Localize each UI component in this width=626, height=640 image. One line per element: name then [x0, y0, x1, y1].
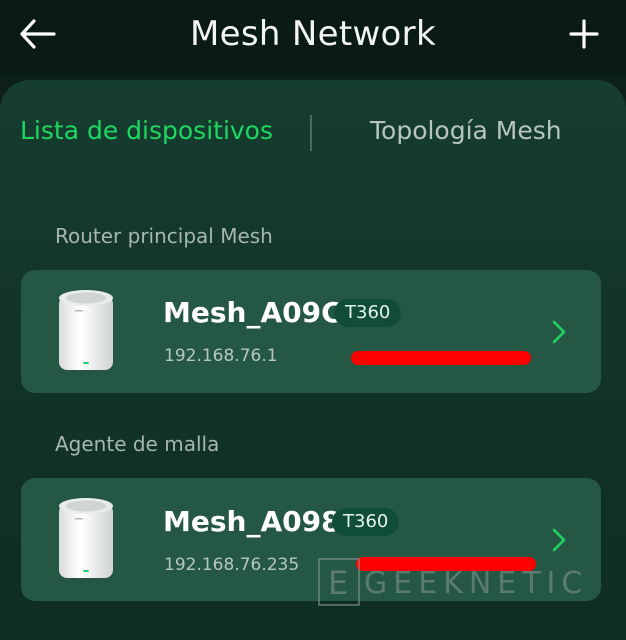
section-label-main-router: Router principal Mesh: [55, 224, 273, 248]
section-label-mesh-agent: Agente de malla: [55, 432, 220, 456]
watermark-logo-box: E: [318, 558, 360, 606]
tab-device-list[interactable]: Lista de dispositivos: [20, 116, 273, 145]
model-badge: T360: [332, 508, 400, 536]
device-card-main-router[interactable]: Mesh_A09C T360 192.168.76.1: [21, 270, 601, 393]
device-ip: 192.168.76.235: [164, 555, 300, 575]
top-bar: Mesh Network: [0, 0, 626, 74]
plus-icon: [569, 19, 599, 49]
watermark-logo-letter: E: [328, 564, 349, 602]
device-ip: 192.168.76.1: [164, 346, 278, 366]
tab-mesh-topology[interactable]: Topología Mesh: [370, 116, 562, 145]
redaction-mark: [351, 351, 531, 365]
mesh-router-icon: [59, 498, 113, 578]
mesh-router-icon: [59, 290, 113, 370]
watermark: E GEEKNETIC: [318, 558, 618, 610]
device-name: Mesh_A09C: [163, 296, 342, 329]
page-title: Mesh Network: [190, 14, 436, 54]
device-name: Mesh_A098: [163, 505, 341, 538]
chevron-right-icon[interactable]: [549, 319, 569, 345]
add-device-button[interactable]: [566, 16, 602, 52]
model-badge: T360: [334, 299, 402, 327]
chevron-right-icon[interactable]: [549, 527, 569, 553]
tab-divider: [310, 115, 312, 151]
watermark-text: GEEKNETIC: [364, 566, 589, 601]
tab-bar: Lista de dispositivos Topología Mesh: [0, 112, 626, 158]
